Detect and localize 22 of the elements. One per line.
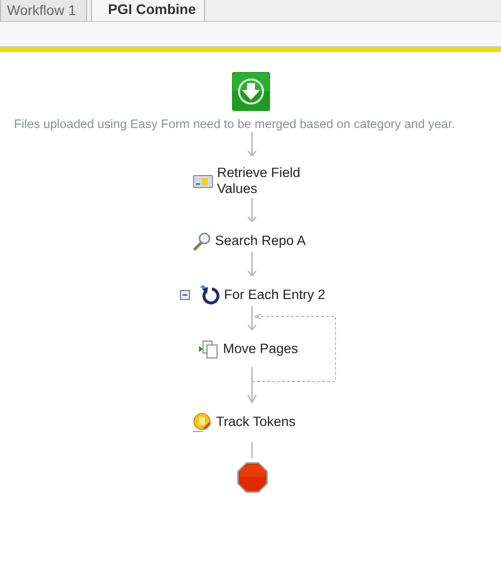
connector-arrow [246, 367, 258, 403]
tab[interactable]: PGI Combine [90, 0, 205, 21]
step-label[interactable]: Retrieve Field Values [217, 165, 307, 197]
stop-icon [237, 462, 268, 493]
connector-arrow [246, 252, 258, 276]
coin-icon [193, 412, 212, 432]
search-icon [193, 232, 211, 250]
collapse-toggle[interactable] [180, 290, 190, 300]
connector-line [251, 442, 253, 458]
step-label[interactable]: Search Repo A [215, 233, 306, 249]
step-label[interactable]: Move Pages [223, 341, 298, 357]
connector-arrow [246, 132, 258, 156]
connector-arrow [246, 198, 258, 222]
tab[interactable]: Workflow 1 [0, 0, 87, 21]
connector-arrow [246, 306, 258, 330]
workflow-description: Files uploaded using Easy Form need to be merged based on category and year. [14, 117, 455, 131]
step-label[interactable]: For Each Entry 2 [224, 287, 326, 303]
form-field-icon [193, 174, 213, 188]
pages-icon [199, 339, 219, 359]
start-icon [232, 72, 270, 111]
loop-arrow-icon [200, 285, 220, 305]
step-label[interactable]: Track Tokens [216, 414, 296, 430]
